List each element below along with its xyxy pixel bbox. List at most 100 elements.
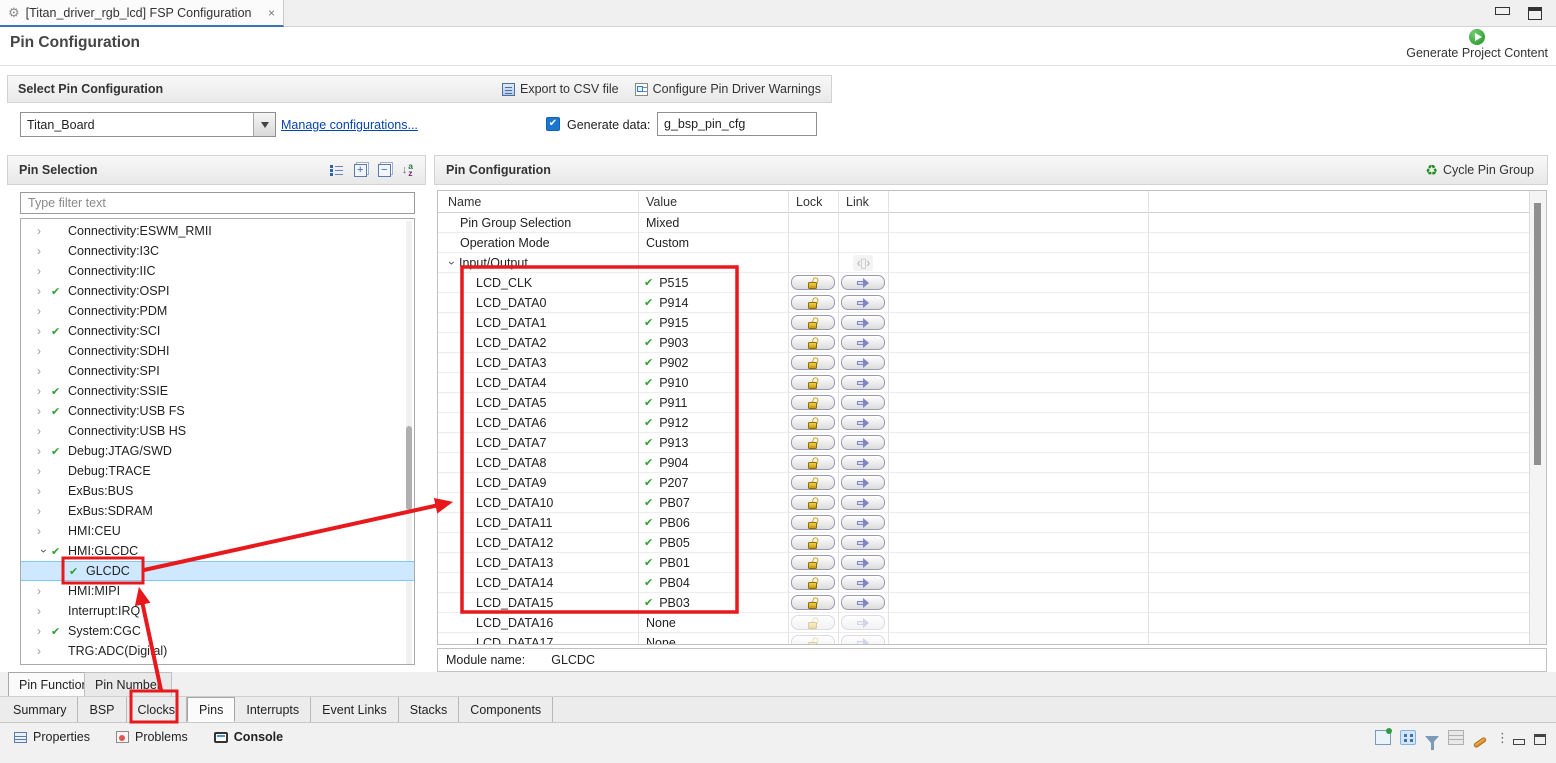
table-row[interactable]: LCD_DATA15✔PB03 xyxy=(438,593,1546,613)
tree-item[interactable]: ›✔System:CGC xyxy=(21,621,414,641)
tree-item[interactable]: ✔GLCDC xyxy=(21,561,414,581)
link-button[interactable] xyxy=(841,335,885,350)
link-button[interactable] xyxy=(841,415,885,430)
table-row[interactable]: LCD_CLK✔P515 xyxy=(438,273,1546,293)
table-row[interactable]: LCD_DATA6✔P912 xyxy=(438,413,1546,433)
view-tab-properties[interactable]: Properties xyxy=(6,726,98,748)
expand-all-icon[interactable]: + xyxy=(354,164,367,177)
tree-item[interactable]: ›ExBus:BUS xyxy=(21,481,414,501)
tree-item[interactable]: ›Connectivity:I3C xyxy=(21,241,414,261)
tab-pin-number[interactable]: Pin Number xyxy=(84,672,172,696)
table-row[interactable]: LCD_DATA16None xyxy=(438,613,1546,633)
chevron-down-icon[interactable]: › xyxy=(445,256,459,270)
column-header-lock[interactable]: Lock xyxy=(788,195,838,209)
view-tab-console[interactable]: Console xyxy=(206,726,291,748)
chevron-icon[interactable]: › xyxy=(37,384,51,398)
table-row[interactable]: LCD_DATA13✔PB01 xyxy=(438,553,1546,573)
chevron-icon[interactable]: › xyxy=(37,604,51,618)
cycle-pin-group-button[interactable]: ♻ Cycle Pin Group xyxy=(1425,162,1547,179)
chevron-icon[interactable]: › xyxy=(37,644,51,658)
generate-project-content-button[interactable]: Generate Project Content xyxy=(1406,29,1548,60)
column-header-link[interactable]: Link xyxy=(838,195,888,209)
chevron-icon[interactable]: › xyxy=(37,464,51,478)
chevron-icon[interactable]: › xyxy=(37,344,51,358)
marker-pen-icon[interactable] xyxy=(1473,736,1487,748)
table-row[interactable]: LCD_DATA11✔PB06 xyxy=(438,513,1546,533)
chevron-icon[interactable]: › xyxy=(37,284,51,298)
view-tab-problems[interactable]: Problems xyxy=(108,726,196,748)
pin-view-icon[interactable] xyxy=(1375,730,1391,745)
chevron-icon[interactable]: › xyxy=(37,484,51,498)
tab-pins[interactable]: Pins xyxy=(187,697,235,722)
tree-item[interactable]: ›Connectivity:SPI xyxy=(21,361,414,381)
export-csv-button[interactable]: Export to CSV file xyxy=(502,82,619,96)
chevron-icon[interactable]: › xyxy=(37,444,51,458)
chevron-icon[interactable]: › xyxy=(37,264,51,278)
tree-item[interactable]: ›✔Debug:JTAG/SWD xyxy=(21,441,414,461)
generate-data-checkbox[interactable]: ✔ xyxy=(546,117,560,131)
tree-item[interactable]: ›Interrupt:IRQ xyxy=(21,601,414,621)
link-button[interactable] xyxy=(841,595,885,610)
tab-interrupts[interactable]: Interrupts xyxy=(235,697,311,722)
close-icon[interactable]: × xyxy=(268,6,275,20)
table-row[interactable]: LCD_DATA8✔P904 xyxy=(438,453,1546,473)
sort-alpha-icon[interactable]: ↓az xyxy=(402,163,413,177)
link-button[interactable] xyxy=(841,455,885,470)
lock-button[interactable] xyxy=(791,455,835,470)
tab-clocks[interactable]: Clocks xyxy=(127,697,188,722)
tab-event-links[interactable]: Event Links xyxy=(311,697,399,722)
tree-item[interactable]: ›Connectivity:USB HS xyxy=(21,421,414,441)
chevron-icon[interactable]: › xyxy=(37,624,51,638)
link-button[interactable] xyxy=(841,395,885,410)
lock-button[interactable] xyxy=(791,315,835,330)
tree-item[interactable]: ›TRG:ADC(Digital) xyxy=(21,641,414,661)
editor-tab[interactable]: ⚙ [Titan_driver_rgb_lcd] FSP Configurati… xyxy=(0,0,284,27)
link-button[interactable] xyxy=(841,575,885,590)
table-row[interactable]: LCD_DATA14✔PB04 xyxy=(438,573,1546,593)
lock-button[interactable] xyxy=(791,475,835,490)
link-button[interactable] xyxy=(841,295,885,310)
column-header-name[interactable]: Name xyxy=(438,195,638,209)
tree-item[interactable]: ›✔HMI:GLCDC xyxy=(21,541,414,561)
table-row[interactable]: LCD_DATA0✔P914 xyxy=(438,293,1546,313)
minimize-view-icon[interactable] xyxy=(1513,739,1525,745)
view-menu-icon[interactable]: ⋮ xyxy=(1496,730,1504,745)
lock-button[interactable] xyxy=(791,575,835,590)
lock-button[interactable] xyxy=(791,555,835,570)
chevron-icon[interactable]: › xyxy=(37,364,51,378)
link-button[interactable] xyxy=(841,375,885,390)
collapse-all-icon[interactable]: − xyxy=(378,164,391,177)
lock-button[interactable] xyxy=(791,295,835,310)
lock-button[interactable] xyxy=(791,535,835,550)
chevron-icon[interactable]: › xyxy=(37,404,51,418)
tree-item[interactable]: ›Connectivity:ESWM_RMII xyxy=(21,221,414,241)
link-button[interactable] xyxy=(841,355,885,370)
tree-item[interactable]: ›✔Connectivity:OSPI xyxy=(21,281,414,301)
filter-input[interactable]: Type filter text xyxy=(20,192,415,214)
table-row[interactable]: LCD_DATA17None xyxy=(438,633,1546,645)
tree-item[interactable]: ›Connectivity:SDHI xyxy=(21,341,414,361)
tree-item[interactable]: ›✔Connectivity:USB FS xyxy=(21,401,414,421)
lock-button[interactable] xyxy=(791,395,835,410)
link-button[interactable] xyxy=(841,435,885,450)
link-button[interactable] xyxy=(841,555,885,570)
chevron-icon[interactable]: › xyxy=(37,324,51,338)
chevron-icon[interactable]: › xyxy=(37,504,51,518)
table-row[interactable]: LCD_DATA1✔P915 xyxy=(438,313,1546,333)
link-button[interactable] xyxy=(841,495,885,510)
link-button[interactable] xyxy=(841,315,885,330)
column-header-value[interactable]: Value xyxy=(638,195,788,209)
table-row[interactable]: Operation ModeCustom xyxy=(438,233,1546,253)
link-button[interactable] xyxy=(841,275,885,290)
tree-item[interactable]: ›HMI:MIPI xyxy=(21,581,414,601)
tree-outline-icon[interactable] xyxy=(1400,730,1416,745)
lock-button[interactable] xyxy=(791,415,835,430)
refresh-table-icon[interactable] xyxy=(1448,730,1464,745)
tab-components[interactable]: Components xyxy=(459,697,553,722)
link-button[interactable] xyxy=(841,475,885,490)
table-row[interactable]: Pin Group SelectionMixed xyxy=(438,213,1546,233)
board-select[interactable]: Titan_Board xyxy=(20,112,276,137)
manage-configurations-link[interactable]: Manage configurations... xyxy=(281,118,418,132)
table-row[interactable]: LCD_DATA10✔PB07 xyxy=(438,493,1546,513)
lock-button[interactable] xyxy=(791,275,835,290)
